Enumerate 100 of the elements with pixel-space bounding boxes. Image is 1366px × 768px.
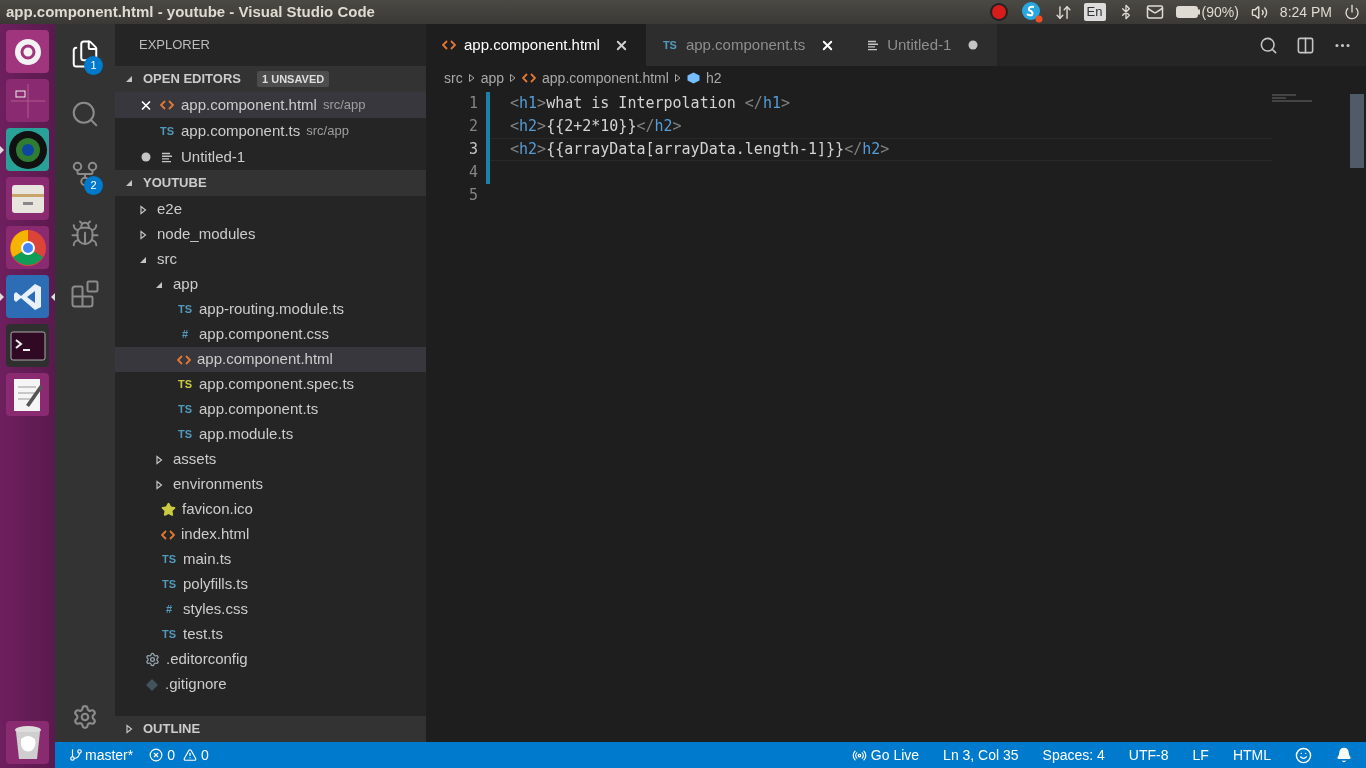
bell-icon[interactable] xyxy=(1336,747,1352,763)
ts-file-icon: TS xyxy=(661,36,678,54)
chevron-icon xyxy=(510,74,517,82)
branch-icon xyxy=(69,748,83,762)
minimap xyxy=(1272,94,1314,102)
files-icon xyxy=(70,39,100,69)
split-editor-icon[interactable] xyxy=(1296,35,1315,55)
tree-item[interactable]: .editorconfig xyxy=(115,647,426,672)
network-icon[interactable] xyxy=(1054,3,1072,21)
breadcrumb-item[interactable]: app xyxy=(480,67,505,89)
gear-icon xyxy=(145,652,160,667)
problems-indicator[interactable]: 0 0 xyxy=(149,744,209,766)
smiley-icon[interactable] xyxy=(1295,746,1312,764)
tree-item[interactable]: TS app.module.ts xyxy=(115,422,426,447)
section-header[interactable]: YOUTUBE xyxy=(115,170,426,196)
line-number: 2 xyxy=(467,116,478,137)
open-editor-item[interactable]: TS app.component.ts src/app xyxy=(115,118,426,144)
cube-icon xyxy=(686,72,700,84)
section-title: YOUTUBE xyxy=(143,174,207,193)
search-icon[interactable] xyxy=(1259,35,1278,55)
status-item[interactable]: Go Live xyxy=(851,744,920,766)
tree-item[interactable]: index.html xyxy=(115,522,426,547)
status-item[interactable]: LF xyxy=(1192,744,1209,766)
tree-item[interactable]: TS app-routing.module.ts xyxy=(115,297,426,322)
line-number: 5 xyxy=(467,185,478,206)
clock[interactable]: 8:24 PM xyxy=(1279,1,1332,23)
tree-item[interactable]: TS test.ts xyxy=(115,622,426,647)
workspace-grid-icon[interactable] xyxy=(6,79,49,122)
battery-icon[interactable] xyxy=(1175,6,1200,18)
power-icon[interactable] xyxy=(1344,4,1360,20)
code-editor[interactable]: 1 <h1>what is Interpolation </h1> 2 <h2>{{2+2*10}}</h2> 3 <h2>{{arrayData[arrayData.length-1]}}</h2> 4 5 xyxy=(426,90,1366,742)
error-icon xyxy=(149,748,164,762)
code-brackets-icon xyxy=(161,528,175,541)
notepad-icon[interactable] xyxy=(6,373,49,416)
branch-indicator[interactable]: master* xyxy=(69,744,134,766)
open-editor-item[interactable]: app.component.html src/app xyxy=(115,92,426,118)
ts-file-icon: TS xyxy=(161,576,177,593)
tree-item[interactable]: TS main.ts xyxy=(115,547,426,572)
hash-icon: # xyxy=(177,326,193,343)
section-title: OUTLINE xyxy=(143,720,201,739)
camera-lens-icon[interactable] xyxy=(6,128,49,171)
tree-item[interactable]: assets xyxy=(115,447,426,472)
tree-item[interactable]: TS app.component.spec.ts xyxy=(115,372,426,397)
tree-item[interactable]: app xyxy=(115,272,426,297)
mail-icon[interactable] xyxy=(1145,3,1164,21)
trash-icon[interactable] xyxy=(6,721,49,764)
activity-bar-item[interactable]: 1 xyxy=(55,24,115,84)
status-item[interactable]: Ln 3, Col 35 xyxy=(943,744,1019,766)
chevron-icon xyxy=(674,74,681,82)
status-item[interactable]: UTF-8 xyxy=(1128,744,1169,766)
chevron-icon xyxy=(468,74,475,82)
breadcrumb-item[interactable]: app.component.html xyxy=(542,67,669,89)
tree-item[interactable]: src xyxy=(115,247,426,272)
scrollbar-thumb[interactable] xyxy=(1350,94,1364,168)
line-number: 3 xyxy=(467,139,478,160)
tree-item[interactable]: .gitignore xyxy=(115,672,426,697)
breadcrumb-item[interactable]: h2 xyxy=(705,67,722,89)
section-header[interactable]: OUTLINE xyxy=(115,716,426,742)
file-path: src/app xyxy=(306,122,349,141)
ts-file-icon: TS xyxy=(161,551,177,568)
tree-item[interactable]: node_modules xyxy=(115,222,426,247)
editor-tab[interactable]: app.component.html xyxy=(426,24,646,66)
activity-bar-item[interactable]: 2 xyxy=(55,144,115,204)
chat-app-icon[interactable] xyxy=(1020,1,1043,23)
section-header[interactable]: OPEN EDITORS 1 UNSAVED xyxy=(115,66,426,92)
ts-file-icon: TS xyxy=(161,626,177,643)
code-editor-icon[interactable] xyxy=(6,275,49,318)
editor-tab[interactable]: TS app.component.ts xyxy=(645,24,852,66)
circle-logo-icon[interactable] xyxy=(6,30,49,73)
volume-icon[interactable] xyxy=(1250,3,1268,21)
settings-icon[interactable] xyxy=(72,704,98,730)
star-icon xyxy=(161,502,176,517)
bug-icon xyxy=(70,219,100,249)
terminal-icon[interactable] xyxy=(6,324,49,367)
tree-item[interactable]: # styles.css xyxy=(115,597,426,622)
drawer-icon[interactable] xyxy=(6,177,49,220)
tree-item[interactable]: TS app.component.ts xyxy=(115,397,426,422)
ts-file-icon: TS xyxy=(177,426,193,443)
line-number: 1 xyxy=(467,93,478,114)
search-icon xyxy=(70,99,100,129)
extensions-icon xyxy=(70,279,100,309)
tree-item[interactable]: environments xyxy=(115,472,426,497)
open-editor-item[interactable]: Untitled-1 xyxy=(115,144,426,170)
editor-tab[interactable]: Untitled-1 xyxy=(851,24,998,66)
code-brackets-icon xyxy=(522,72,537,84)
browser-icon[interactable] xyxy=(6,226,49,269)
tree-item[interactable]: favicon.ico xyxy=(115,497,426,522)
ts-file-icon: TS xyxy=(177,401,193,418)
tree-item[interactable]: TS polyfills.ts xyxy=(115,572,426,597)
tree-item[interactable]: e2e xyxy=(115,197,426,222)
status-item[interactable]: Spaces: 4 xyxy=(1042,744,1105,766)
badge-count: 1 xyxy=(84,56,103,75)
tree-item[interactable]: # app.component.css xyxy=(115,322,426,347)
status-item[interactable]: HTML xyxy=(1232,744,1271,766)
code-brackets-icon xyxy=(160,99,174,111)
keyboard-layout-indicator[interactable]: En xyxy=(1083,3,1106,21)
breadcrumb-item[interactable]: src xyxy=(444,67,463,89)
code-line: <h1>what is Interpolation </h1> xyxy=(510,93,790,115)
tree-item[interactable]: app.component.html xyxy=(115,347,426,372)
record-icon[interactable] xyxy=(988,2,1009,22)
